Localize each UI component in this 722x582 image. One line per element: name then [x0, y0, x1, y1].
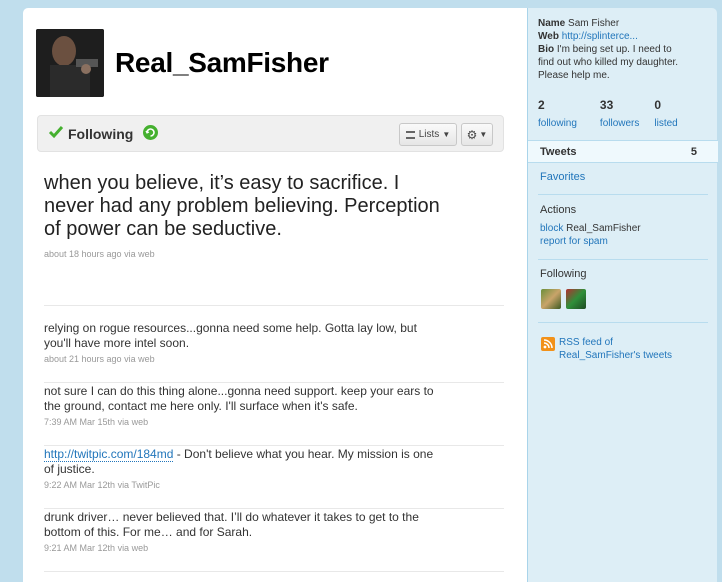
- screen-name: Real_SamFisher: [115, 47, 329, 78]
- name-value: Sam Fisher: [568, 18, 620, 29]
- bio-label: Bio: [538, 44, 555, 55]
- block-target: Real_SamFisher: [566, 223, 641, 234]
- lists-button[interactable]: Lists ▼: [399, 123, 457, 146]
- rss-line-1: RSS feed of: [559, 337, 613, 348]
- gear-icon: ⚙: [466, 127, 478, 142]
- tweet-meta: 7:39 AM Mar 15th via web: [44, 417, 504, 427]
- block-row: block Real_SamFisher: [540, 222, 641, 235]
- list-icon: [405, 130, 415, 139]
- tweet-source[interactable]: TwitPic: [131, 480, 160, 490]
- profile-web-row: Web http://splinterce...: [538, 30, 710, 43]
- tweet-timestamp[interactable]: 9:22 AM Mar 12th: [44, 480, 115, 490]
- bio-value: I'm being set up. I need to find out who…: [538, 44, 679, 81]
- web-link[interactable]: http://splinterce...: [562, 31, 638, 42]
- stat-count: 2: [538, 98, 545, 112]
- tweet-via: via: [117, 480, 130, 490]
- profile-header: Real_SamFisher: [36, 29, 329, 97]
- tweet-timestamp[interactable]: about 18 hours ago: [44, 249, 122, 259]
- profile-info: Name Sam Fisher Web http://splinterce...…: [538, 17, 710, 82]
- tweet-via: via: [124, 249, 136, 259]
- profile-stats: 2 following 33 followers 0 listed: [538, 98, 694, 129]
- favorites-link[interactable]: Favorites: [540, 171, 585, 183]
- tweet-via: via: [124, 354, 136, 364]
- web-label: Web: [538, 31, 559, 42]
- tweet-featured: when you believe, it’s easy to sacrifice…: [44, 172, 504, 306]
- profile-bio-row: Bio I'm being set up. I need to find out…: [538, 43, 684, 82]
- tweet-text: http://twitpic.com/184md - Don't believe…: [44, 447, 444, 477]
- stat-label: listed: [654, 118, 678, 129]
- actions-button[interactable]: ⚙ ▼: [461, 123, 493, 146]
- tweet-meta: about 18 hours ago via web: [44, 249, 504, 259]
- sidebar-divider: [538, 194, 708, 195]
- tweets-count: 5: [690, 146, 697, 158]
- actions-list: block Real_SamFisher report for spam: [540, 222, 641, 248]
- report-spam-link[interactable]: report for spam: [540, 236, 608, 247]
- notifications-icon[interactable]: [143, 125, 158, 140]
- tweet-link[interactable]: http://twitpic.com/184md: [44, 447, 174, 462]
- stat-followers[interactable]: 33 followers: [600, 98, 639, 129]
- stat-label: followers: [599, 118, 640, 129]
- following-heading: Following: [540, 268, 587, 280]
- tweet-text: not sure I can do this thing alone...gon…: [44, 384, 434, 413]
- stat-label: following: [538, 118, 577, 129]
- tweet-meta: about 21 hours ago via web: [44, 354, 504, 364]
- tweet-text: drunk driver… never believed that. I’ll …: [44, 510, 419, 539]
- tweet-source[interactable]: web: [132, 543, 149, 553]
- tweet-text: relying on rogue resources...gonna need …: [44, 321, 417, 350]
- tweet-item: http://twitpic.com/184md - Don't believe…: [44, 447, 504, 509]
- tweets-tab[interactable]: Tweets 5: [528, 140, 718, 163]
- profile-avatar[interactable]: [36, 29, 104, 97]
- sidebar: Name Sam Fisher Web http://splinterce...…: [527, 8, 718, 582]
- actions-heading: Actions: [540, 204, 577, 216]
- stat-following[interactable]: 2 following: [538, 98, 577, 129]
- following-avatar[interactable]: [541, 289, 561, 309]
- tweet-meta: 9:22 AM Mar 12th via TwitPic: [44, 480, 504, 490]
- tweet-item: drunk driver… never believed that. I’ll …: [44, 510, 504, 572]
- stat-count: 0: [654, 98, 662, 112]
- stat-count: 33: [599, 98, 614, 112]
- following-avatars: [541, 289, 588, 312]
- stat-listed[interactable]: 0 listed: [654, 98, 677, 129]
- tweet-source[interactable]: web: [138, 354, 155, 364]
- rss-line-2: Real_SamFisher's tweets: [559, 350, 673, 361]
- tweet-meta: 9:21 AM Mar 12th via web: [44, 543, 504, 553]
- tweet-text: when you believe, it’s easy to sacrifice…: [44, 172, 440, 240]
- sidebar-divider: [538, 259, 708, 260]
- tweets-tab-label: Tweets: [540, 146, 577, 158]
- name-label: Name: [538, 18, 566, 29]
- caret-down-icon: ▼: [442, 130, 451, 139]
- tweet-item: not sure I can do this thing alone...gon…: [44, 384, 504, 446]
- tweet-item: relying on rogue resources...gonna need …: [44, 321, 504, 383]
- tweet-source[interactable]: web: [132, 417, 149, 427]
- follow-bar: Following Lists ▼ ⚙ ▼: [37, 115, 504, 152]
- tweet-timestamp[interactable]: 9:21 AM Mar 12th: [44, 543, 115, 553]
- tweet-via: via: [117, 543, 130, 553]
- tweet-timestamp[interactable]: about 21 hours ago: [44, 354, 122, 364]
- profile-name-row: Name Sam Fisher: [538, 17, 710, 30]
- following-avatar[interactable]: [566, 289, 587, 309]
- tweet-timestamp[interactable]: 7:39 AM Mar 15th: [44, 417, 115, 427]
- block-link[interactable]: block: [540, 223, 563, 234]
- sidebar-divider: [538, 322, 708, 323]
- rss-icon[interactable]: [541, 337, 555, 351]
- rss-link[interactable]: RSS feed of Real_SamFisher's tweets: [559, 336, 672, 362]
- lists-button-label: Lists: [418, 129, 440, 140]
- main-content: Real_SamFisher Following Lists ▼ ⚙ ▼ whe…: [23, 8, 527, 582]
- tweet-via: via: [117, 417, 130, 427]
- caret-down-icon: ▼: [479, 130, 488, 139]
- avatar-image-icon: [36, 29, 104, 97]
- tweet-source[interactable]: web: [138, 249, 155, 259]
- following-status[interactable]: Following: [68, 126, 133, 142]
- checkmark-icon: [48, 126, 64, 139]
